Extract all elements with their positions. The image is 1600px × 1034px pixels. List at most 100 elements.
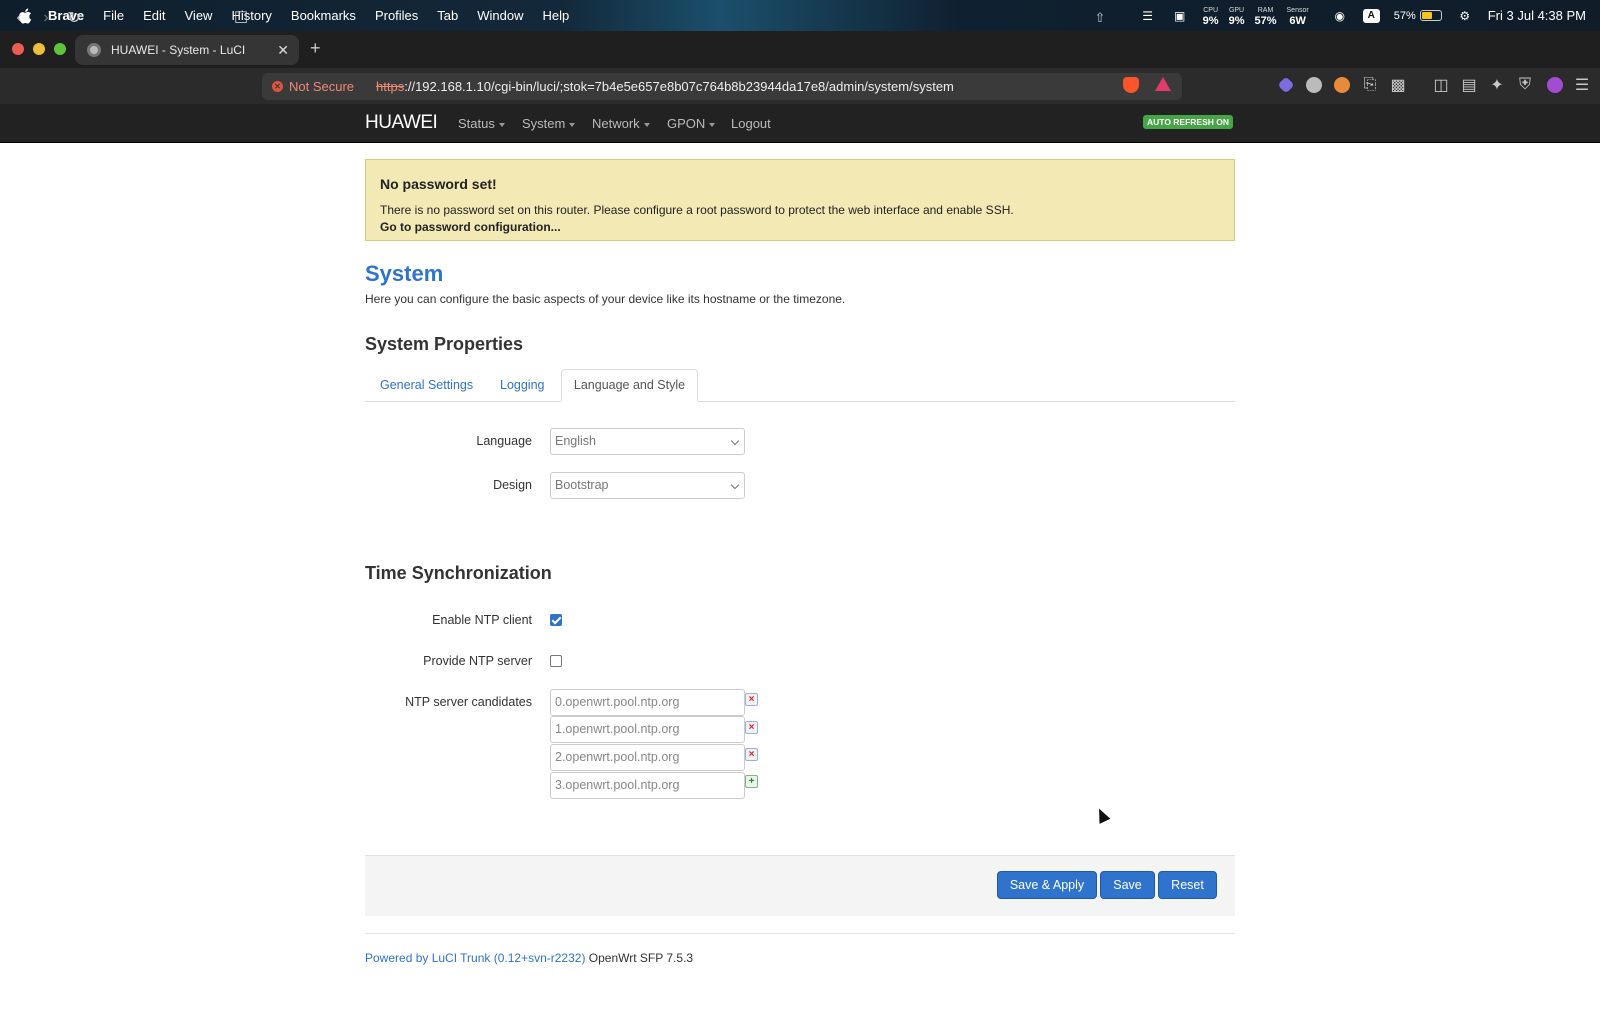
wallet-icon[interactable]: ▤ xyxy=(1459,75,1479,95)
input-source-icon[interactable]: A xyxy=(1362,8,1380,23)
ntp-client-checkbox[interactable] xyxy=(550,614,562,626)
chevron-down-icon xyxy=(709,122,716,127)
brave-shields-icon[interactable] xyxy=(1123,77,1139,93)
menu-file[interactable]: File xyxy=(103,8,124,23)
back-icon[interactable]: ‹ xyxy=(9,8,29,28)
remove-entry-icon[interactable]: × xyxy=(745,721,758,734)
nav-gpon[interactable]: GPON xyxy=(667,116,716,131)
battery-icon[interactable] xyxy=(1419,10,1442,21)
language-label: Language xyxy=(476,434,532,448)
save-apply-button[interactable]: Save & Apply xyxy=(997,871,1097,899)
tab-close-icon[interactable]: ✕ xyxy=(277,42,289,59)
nav-system[interactable]: System xyxy=(522,116,576,131)
vpn-icon[interactable]: ⛨ xyxy=(1515,75,1535,95)
remove-entry-icon[interactable]: × xyxy=(745,748,758,761)
alert-message: There is no password set on this router.… xyxy=(380,203,1014,217)
display-icon[interactable]: ▣ xyxy=(1171,9,1189,23)
ntp-candidate-input[interactable]: 0.openwrt.pool.ntp.org xyxy=(550,689,745,716)
luci-header xyxy=(0,104,1600,143)
window-minimize-button[interactable] xyxy=(33,43,45,55)
window-zoom-button[interactable] xyxy=(54,43,66,55)
footer: Powered by LuCI Trunk (0.12+svn-r2232) O… xyxy=(365,951,693,965)
remove-entry-icon[interactable]: × xyxy=(745,693,758,706)
no-password-alert: No password set! There is no password se… xyxy=(365,159,1235,241)
system-properties-heading: System Properties xyxy=(365,334,524,354)
reload-icon[interactable]: ↻ xyxy=(64,8,84,28)
url-text: ://192.168.1.10/cgi-bin/luci/;stok=7b4e5… xyxy=(404,79,954,94)
design-label: Design xyxy=(493,478,532,492)
chevron-down-icon xyxy=(730,480,740,490)
brand-logo[interactable]: HUAWEI xyxy=(365,112,438,134)
window-close-button[interactable] xyxy=(12,43,24,55)
ntp-candidate-input[interactable]: 1.openwrt.pool.ntp.org xyxy=(550,716,745,743)
ntp-server-checkbox[interactable] xyxy=(550,655,562,667)
forward-icon[interactable]: › xyxy=(36,8,56,28)
nav-logout[interactable]: Logout xyxy=(731,116,771,131)
gpu-stat[interactable]: GPU 9% xyxy=(1229,6,1245,27)
menu-edit[interactable]: Edit xyxy=(143,8,165,23)
extensions-puzzle-icon[interactable]: ⎘ xyxy=(1360,75,1380,95)
sensor-stat[interactable]: Sensor 6W xyxy=(1287,6,1309,27)
status-app-icon[interactable]: ☰ xyxy=(1139,9,1157,23)
leo-ai-icon[interactable]: ✦ xyxy=(1487,75,1507,95)
share-icon[interactable]: ⇧ xyxy=(1090,8,1110,28)
firmware-version: OpenWrt SFP 7.5.3 xyxy=(588,951,694,965)
tabs-divider xyxy=(365,401,1235,402)
language-select[interactable]: English xyxy=(550,428,745,455)
extension-globe-icon[interactable] xyxy=(1306,77,1322,93)
ntp-client-label: Enable NTP client xyxy=(432,613,532,627)
alert-title: No password set! xyxy=(380,176,497,192)
menu-window[interactable]: Window xyxy=(477,8,523,23)
sidebar-icon[interactable]: ◫ xyxy=(1431,75,1451,95)
ntp-candidate-input[interactable]: 3.openwrt.pool.ntp.org xyxy=(550,772,745,799)
not-secure-icon: ✕ xyxy=(272,81,283,92)
footer-divider xyxy=(365,933,1235,934)
page-description: Here you can configure the basic aspects… xyxy=(365,292,846,306)
menu-view[interactable]: View xyxy=(185,8,213,23)
extension-sun-icon[interactable] xyxy=(1334,77,1350,93)
page-title: System xyxy=(365,261,444,286)
auto-refresh-badge[interactable]: AUTO REFRESH ON xyxy=(1143,115,1234,129)
chevron-down-icon xyxy=(569,122,576,127)
nav-status[interactable]: Status xyxy=(458,116,505,131)
not-secure-label[interactable]: Not Secure xyxy=(289,79,354,94)
design-select[interactable]: Bootstrap xyxy=(550,472,745,499)
menu-tab[interactable]: Tab xyxy=(437,8,458,23)
ntp-candidates-label: NTP server candidates xyxy=(405,695,532,709)
menu-profiles[interactable]: Profiles xyxy=(375,8,418,23)
reset-button[interactable]: Reset xyxy=(1158,871,1217,899)
time-sync-heading: Time Synchronization xyxy=(365,563,552,583)
brave-rewards-icon[interactable] xyxy=(1155,77,1171,91)
menu-help[interactable]: Help xyxy=(543,8,570,23)
chevron-down-icon xyxy=(730,436,740,446)
tab-logging[interactable]: Logging xyxy=(500,378,545,392)
control-center-icon[interactable]: ⚙ xyxy=(1456,9,1474,23)
ram-stat[interactable]: RAM 57% xyxy=(1254,6,1276,27)
profile-avatar-icon[interactable] xyxy=(1547,77,1563,93)
browser-tab-active[interactable]: HUAWEI - System - LuCI ✕ xyxy=(75,35,299,65)
address-bar[interactable]: ✕ Not Secure https ://192.168.1.10/cgi-b… xyxy=(262,73,1182,100)
favicon-icon xyxy=(87,43,101,57)
menu-bookmarks[interactable]: Bookmarks xyxy=(291,8,356,23)
nav-network[interactable]: Network xyxy=(592,116,650,131)
battery-percent: 57% xyxy=(1393,9,1416,22)
reader-icon[interactable]: ▩ xyxy=(1388,75,1408,95)
record-icon[interactable]: ◉ xyxy=(1331,9,1349,23)
new-tab-icon[interactable]: + xyxy=(310,38,321,59)
tab-general-settings[interactable]: General Settings xyxy=(380,378,473,392)
ntp-candidate-input[interactable]: 2.openwrt.pool.ntp.org xyxy=(550,744,745,771)
chevron-down-icon xyxy=(643,122,650,127)
luci-powered-link[interactable]: Powered by LuCI Trunk (0.12+svn-r2232) xyxy=(365,951,585,965)
tab-language-and-style[interactable]: Language and Style xyxy=(561,369,698,402)
password-config-link[interactable]: Go to password configuration... xyxy=(380,220,561,234)
add-entry-icon[interactable]: + xyxy=(745,775,758,788)
language-value: English xyxy=(555,434,596,448)
url-scheme: https xyxy=(376,79,405,94)
cpu-stat[interactable]: CPU 9% xyxy=(1203,6,1219,27)
save-button[interactable]: Save xyxy=(1100,871,1155,899)
menubar-clock[interactable]: Fri 3 Jul 4:38 PM xyxy=(1488,8,1586,23)
tab-title: HUAWEI - System - LuCI xyxy=(111,43,246,57)
chevron-down-icon xyxy=(498,122,505,127)
browser-menu-icon[interactable]: ☰ xyxy=(1572,75,1592,95)
bookmark-icon[interactable]: ☐ xyxy=(231,8,251,28)
